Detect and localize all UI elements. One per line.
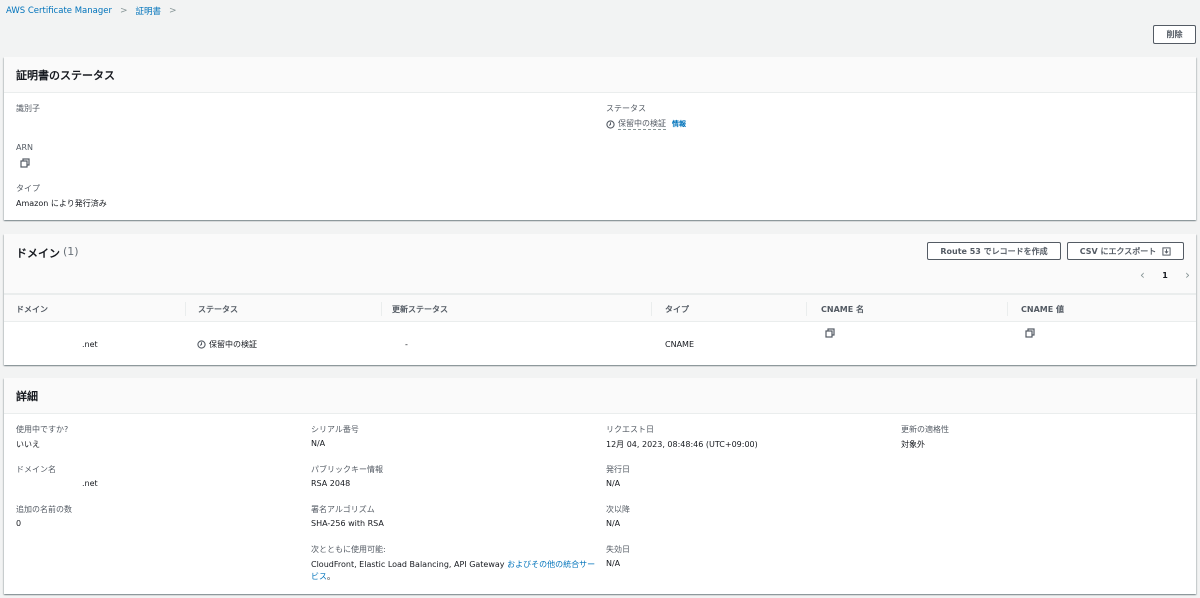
- column-header-cname-name[interactable]: CNAME 名: [821, 304, 864, 315]
- renewal-eligibility-value: 対象外: [901, 440, 925, 449]
- usable-with-end: 。: [327, 572, 335, 581]
- other-integrated-services-link-cont[interactable]: ビス: [311, 572, 327, 581]
- column-divider: [806, 302, 807, 316]
- status-cell-text: 保留中の検証: [209, 340, 257, 349]
- export-csv-button[interactable]: CSV にエクスポート: [1067, 242, 1184, 260]
- export-csv-label: CSV にエクスポート: [1079, 246, 1157, 256]
- breadcrumb: AWS Certificate Manager > 証明書 >: [6, 5, 185, 17]
- usable-with-services: CloudFront, Elastic Load Balancing, API …: [311, 560, 508, 569]
- not-after-value: N/A: [606, 559, 621, 568]
- requested-at-value: 12月 04, 2023, 08:48:46 (UTC+09:00): [606, 440, 758, 449]
- column-divider: [381, 302, 382, 316]
- renewal-eligibility-label: 更新の適格性: [901, 425, 949, 434]
- details-title: 詳細: [16, 389, 38, 403]
- domains-panel: ドメイン (1) Route 53 でレコードを作成 CSV にエクスポート ‹…: [4, 234, 1196, 365]
- details-panel: 詳細 使用中ですか? いいえ ドメイン名 .net 追加の名前の数 0 シリアル…: [4, 378, 1196, 594]
- column-header-cname-value[interactable]: CNAME 値: [1021, 304, 1064, 315]
- in-use-value: いいえ: [16, 440, 40, 449]
- column-header-type[interactable]: タイプ: [665, 304, 689, 315]
- usable-with-label: 次とともに使用可能:: [311, 545, 386, 554]
- chevron-right-icon: >: [119, 6, 128, 16]
- domain-cell: .net: [82, 340, 98, 349]
- type-value: Amazon により発行済み: [16, 199, 107, 208]
- certificate-status-header: 証明書のステータス: [4, 57, 1196, 93]
- serial-number-label: シリアル番号: [311, 425, 359, 434]
- chevron-left-icon[interactable]: ‹: [1140, 268, 1145, 282]
- not-after-label: 失効日: [606, 545, 630, 554]
- not-before-value: N/A: [606, 519, 621, 528]
- issued-at-value: N/A: [606, 479, 621, 488]
- details-header: 詳細: [4, 378, 1196, 414]
- domain-name-label: ドメイン名: [16, 465, 56, 474]
- page-number[interactable]: 1: [1162, 271, 1168, 280]
- requested-at-label: リクエスト日: [606, 425, 654, 434]
- download-icon: [1162, 246, 1171, 256]
- certificate-status-title: 証明書のステータス: [16, 68, 115, 82]
- status-text: 保留中の検証: [618, 119, 666, 130]
- signature-algorithm-label: 署名アルゴリズム: [311, 505, 375, 514]
- other-integrated-services-link[interactable]: およびその他の統合サー: [507, 560, 595, 569]
- not-before-label: 次以降: [606, 505, 630, 514]
- clock-icon: [606, 119, 615, 129]
- arn-label: ARN: [16, 143, 34, 152]
- certificate-status-panel: 証明書のステータス 識別子 ARN タイプ Amazon により発行済み ステー…: [4, 57, 1196, 220]
- public-key-label: パブリックキー情報: [311, 465, 383, 474]
- breadcrumb-certificates-link[interactable]: 証明書: [136, 5, 162, 17]
- column-divider: [651, 302, 652, 316]
- issued-at-label: 発行日: [606, 465, 630, 474]
- domains-table-header: ドメイン ステータス 更新ステータス タイプ CNAME 名 CNAME 値: [4, 294, 1196, 322]
- type-cell: CNAME: [665, 340, 694, 349]
- create-route53-records-button[interactable]: Route 53 でレコードを作成: [927, 242, 1061, 260]
- identifier-label: 識別子: [16, 104, 40, 113]
- info-link[interactable]: 情報: [672, 119, 686, 129]
- breadcrumb-acm-link[interactable]: AWS Certificate Manager: [6, 6, 112, 16]
- status-label: ステータス: [606, 104, 646, 113]
- status-value: 保留中の検証 情報: [606, 118, 686, 130]
- serial-number-value: N/A: [311, 439, 326, 448]
- column-divider: [185, 302, 186, 316]
- column-divider: [1007, 302, 1008, 316]
- clock-icon: [197, 340, 206, 349]
- column-header-domain[interactable]: ドメイン: [16, 304, 48, 315]
- pending-status: 保留中の検証: [606, 118, 666, 130]
- chevron-right-icon[interactable]: ›: [1185, 268, 1190, 282]
- pagination: ‹ 1 ›: [1140, 268, 1190, 282]
- in-use-label: 使用中ですか?: [16, 425, 69, 434]
- renewal-status-cell: -: [405, 340, 408, 349]
- domains-count: (1): [63, 245, 79, 258]
- status-cell: 保留中の検証: [197, 339, 257, 350]
- copy-icon[interactable]: [825, 328, 835, 338]
- domain-name-value: .net: [82, 479, 98, 488]
- column-header-renewal-status[interactable]: 更新ステータス: [392, 304, 448, 315]
- column-header-status[interactable]: ステータス: [198, 304, 238, 315]
- additional-names-value: 0: [16, 519, 22, 528]
- domains-title: ドメイン: [16, 247, 60, 260]
- copy-icon[interactable]: [1025, 328, 1035, 338]
- chevron-right-icon: >: [169, 6, 177, 16]
- signature-algorithm-value: SHA-256 with RSA: [311, 519, 384, 528]
- type-label: タイプ: [16, 184, 40, 193]
- delete-button[interactable]: 削除: [1153, 25, 1196, 44]
- additional-names-label: 追加の名前の数: [16, 505, 72, 514]
- usable-with-value: CloudFront, Elastic Load Balancing, API …: [311, 559, 601, 583]
- public-key-value: RSA 2048: [311, 479, 351, 488]
- table-row: .net 保留中の検証 - CNAME: [4, 322, 1196, 365]
- copy-icon[interactable]: [20, 158, 30, 168]
